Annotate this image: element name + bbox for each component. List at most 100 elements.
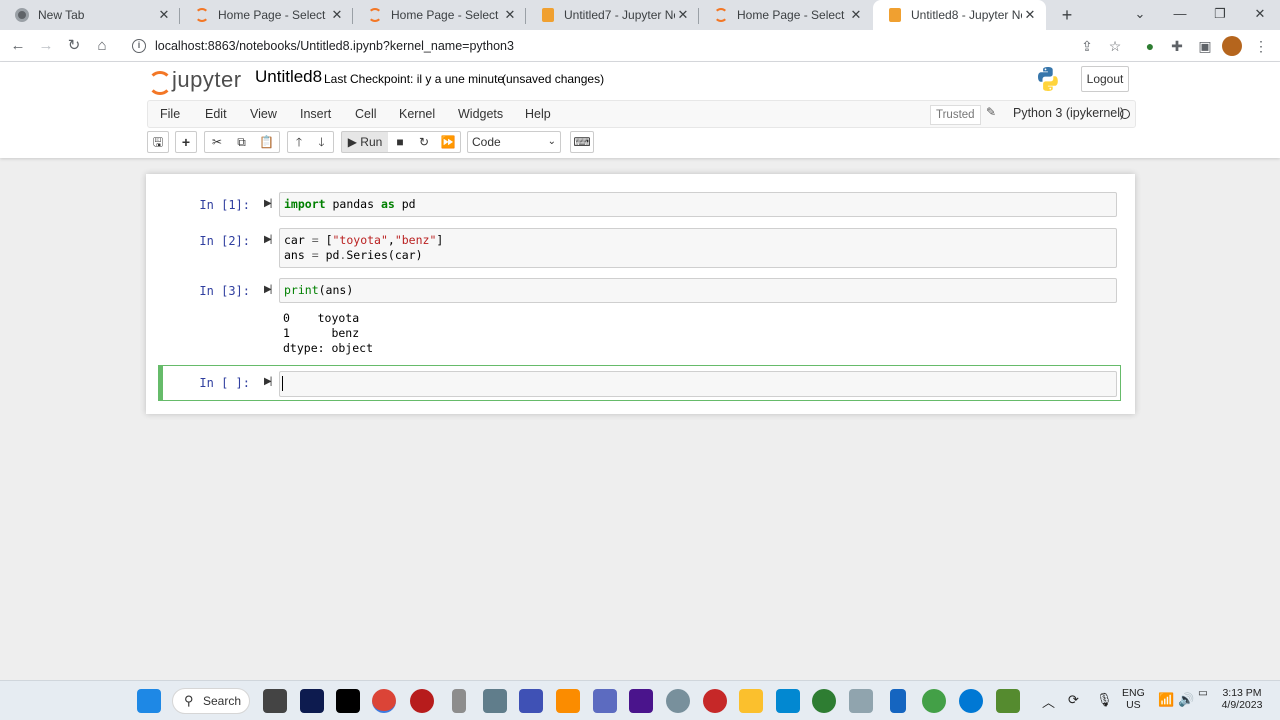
menu-view[interactable]: View (250, 107, 277, 121)
menu-edit[interactable]: Edit (205, 107, 227, 121)
settings-gear-icon[interactable] (666, 689, 690, 713)
app-purple-icon[interactable] (629, 689, 653, 713)
code-cell[interactable]: In [2]: ▶| car = ["toyota","benz"] ans =… (158, 228, 1122, 270)
app-flower-icon[interactable] (703, 689, 727, 713)
app-green-circle-icon[interactable] (812, 689, 836, 713)
app-green-square-icon[interactable] (996, 689, 1020, 713)
cut-icon[interactable]: ✂ (204, 131, 230, 153)
extension-globe-icon[interactable]: ● (1140, 36, 1160, 56)
menu-help[interactable]: Help (525, 107, 551, 121)
battery-icon[interactable]: ▭ (1198, 687, 1208, 699)
run-cell-icon[interactable]: ▶| (264, 284, 272, 295)
menu-widgets[interactable]: Widgets (458, 107, 503, 121)
command-palette-keyboard-icon[interactable]: ⌨ (570, 131, 594, 153)
restart-kernel-icon[interactable]: ↻ (412, 131, 437, 153)
share-icon[interactable]: ⇪ (1077, 36, 1097, 56)
site-info-icon[interactable]: i (132, 39, 146, 53)
app-cube-icon[interactable] (519, 689, 543, 713)
app-ring-icon[interactable] (922, 689, 946, 713)
profile-avatar[interactable] (1222, 36, 1242, 56)
forward-icon[interactable]: → (34, 34, 58, 58)
jupyter-logo[interactable]: jupyter (148, 66, 242, 95)
taskbar-search[interactable]: ⚲ Search (172, 688, 250, 714)
cell-input[interactable] (279, 371, 1117, 397)
xampp-icon[interactable] (556, 689, 580, 713)
close-tab-icon[interactable]: ✕ (675, 7, 691, 23)
browser-tab-home-3[interactable]: Home Page - Select or cre ✕ (699, 0, 872, 30)
tab-search-icon[interactable]: ⌄ (1120, 0, 1160, 28)
close-tab-icon[interactable]: ✕ (329, 7, 345, 23)
app-chart-icon[interactable] (849, 689, 873, 713)
run-button[interactable]: ▶ Run (341, 131, 389, 153)
bookmark-star-icon[interactable]: ☆ (1105, 36, 1125, 56)
photoshop-icon[interactable] (300, 689, 324, 713)
edge-icon[interactable] (959, 689, 983, 713)
run-cell-icon[interactable]: ▶| (264, 376, 272, 387)
browser-menu-icon[interactable]: ⋮ (1251, 36, 1271, 56)
reload-icon[interactable]: ↻ (62, 34, 86, 58)
windows-start-icon[interactable] (137, 689, 161, 713)
maximize-icon[interactable]: ❐ (1200, 0, 1240, 28)
code-cell[interactable]: In [1]: ▶| import pandas as pd (158, 192, 1122, 218)
cell-input[interactable]: car = ["toyota","benz"] ans = pd.Series(… (279, 228, 1117, 268)
active-code-cell[interactable]: In [ ]: ▶| (158, 365, 1121, 401)
move-down-icon[interactable]: 🡓 (310, 131, 334, 153)
volume-icon[interactable]: 🔊 (1178, 692, 1194, 708)
language-indicator[interactable]: ENG US (1122, 687, 1145, 711)
app-gear-icon[interactable] (483, 689, 507, 713)
file-explorer-icon[interactable] (739, 689, 763, 713)
logout-button[interactable]: Logout (1081, 66, 1129, 92)
browser-tab-home-1[interactable]: Home Page - Select or cre ✕ (180, 0, 353, 30)
microphone-app-icon[interactable] (452, 689, 466, 713)
extensions-puzzle-icon[interactable]: ✚ (1167, 36, 1187, 56)
close-tab-icon[interactable]: ✕ (848, 7, 864, 23)
show-hidden-icons-chevron-icon[interactable]: ︿ (1042, 692, 1055, 711)
insert-cell-below-icon[interactable]: + (175, 131, 197, 153)
menu-file[interactable]: File (160, 107, 180, 121)
sync-icon[interactable]: ⟳ (1068, 692, 1079, 708)
copy-icon[interactable]: ⧉ (229, 131, 255, 153)
back-icon[interactable]: ← (6, 34, 30, 58)
close-tab-icon[interactable]: ✕ (156, 7, 172, 23)
new-tab-button[interactable]: + (1057, 5, 1077, 25)
chrome-taskbar-icon[interactable] (372, 689, 396, 713)
restart-run-all-icon[interactable]: ⏩ (436, 131, 461, 153)
cell-input[interactable]: import pandas as pd (279, 192, 1117, 217)
url-text[interactable]: localhost:8863/notebooks/Untitled8.ipynb… (155, 39, 514, 53)
side-panel-icon[interactable]: ▣ (1195, 36, 1215, 56)
home-icon[interactable]: ⌂ (90, 34, 114, 58)
minimize-icon[interactable]: — (1160, 0, 1200, 28)
browser-tab-untitled7[interactable]: Untitled7 - Jupyter Notel ✕ (526, 0, 699, 30)
close-tab-icon[interactable]: ✕ (502, 7, 518, 23)
app-window-icon[interactable] (776, 689, 800, 713)
microphone-tray-icon[interactable]: 🎙 (1096, 692, 1113, 708)
menu-kernel[interactable]: Kernel (399, 107, 435, 121)
code-cell[interactable]: In [3]: ▶| print(ans) 0 toyota 1 benz dt… (158, 278, 1122, 360)
intellij-icon[interactable] (336, 689, 360, 713)
app-network-icon[interactable] (593, 689, 617, 713)
move-up-icon[interactable]: 🡑 (287, 131, 311, 153)
browser-tab-new-tab[interactable]: New Tab ✕ (0, 0, 180, 30)
cell-type-select[interactable]: Code ⌄ (467, 131, 561, 153)
cell-input[interactable]: print(ans) (279, 278, 1117, 303)
browser-tab-home-2[interactable]: Home Page - Select or cre ✕ (353, 0, 526, 30)
close-tab-icon[interactable]: ✕ (1022, 7, 1038, 23)
run-cell-icon[interactable]: ▶| (264, 198, 272, 209)
browser-tab-untitled8[interactable]: Untitled8 - Jupyter Notel ✕ (873, 0, 1046, 30)
menu-insert[interactable]: Insert (300, 107, 331, 121)
clock[interactable]: 3:13 PM 4/9/2023 (1217, 687, 1267, 711)
kernel-name[interactable]: Python 3 (ipykernel) (1013, 106, 1124, 120)
interrupt-kernel-icon[interactable]: ■ (388, 131, 413, 153)
close-window-icon[interactable]: ✕ (1240, 0, 1280, 28)
trusted-indicator[interactable]: Trusted (930, 105, 981, 125)
run-cell-icon[interactable]: ▶| (264, 234, 272, 245)
app-document-icon[interactable] (890, 689, 906, 713)
address-bar[interactable]: i localhost:8863/notebooks/Untitled8.ipy… (120, 33, 1135, 59)
paste-icon[interactable]: 📋 (254, 131, 280, 153)
save-icon[interactable]: 🖫 (147, 131, 169, 153)
menu-cell[interactable]: Cell (355, 107, 377, 121)
task-view-icon[interactable] (263, 689, 287, 713)
app-red-icon[interactable] (410, 689, 434, 713)
wifi-icon[interactable]: 📶 (1158, 692, 1174, 708)
notebook-name[interactable]: Untitled8 (255, 67, 322, 87)
